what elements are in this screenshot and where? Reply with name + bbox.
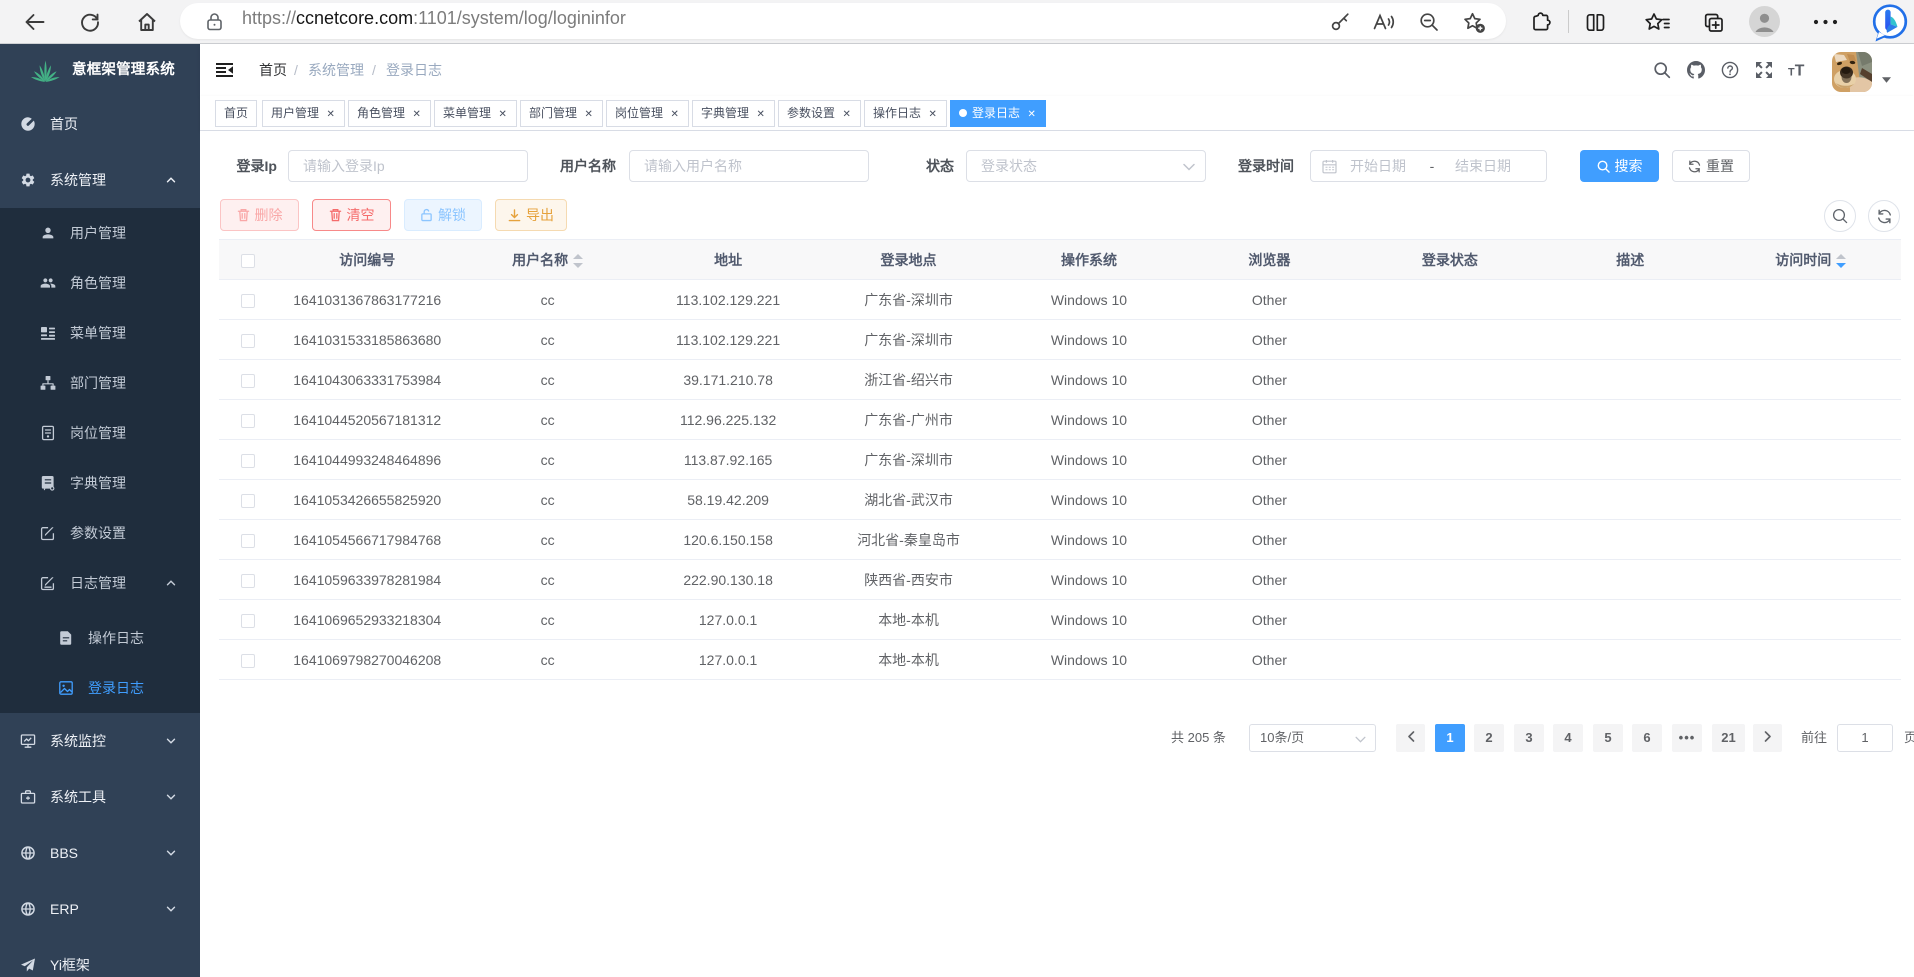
svg-text:T: T <box>1795 62 1805 79</box>
